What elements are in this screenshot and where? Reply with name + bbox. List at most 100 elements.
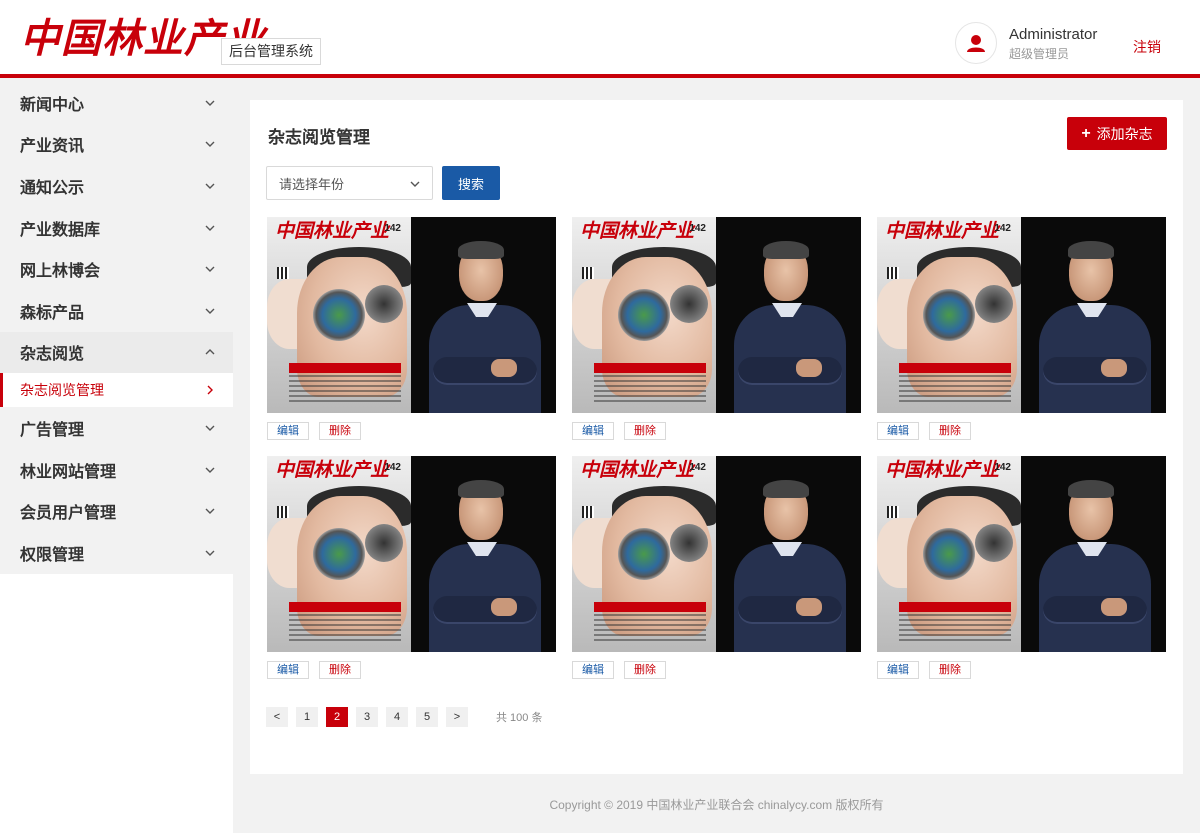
chevron-down-icon [205,550,215,556]
magazine-issue-number: 142 [994,462,1011,473]
add-magazine-button[interactable]: + 添加杂志 [1067,117,1167,150]
magazine-cover[interactable]: 中国林业产业 142 [877,217,1166,413]
sidebar: 新闻中心产业资讯 通知公示产业数据库网上林博会森标产品杂志阅览杂志阅览管理广告管理… [0,82,233,833]
edit-button[interactable]: 编辑 [267,422,309,440]
chevron-down-icon [205,100,215,106]
magazine-logo: 中国林业产业 [885,220,1000,242]
chevron-down-icon [205,183,215,189]
magazine-issue-number: 142 [384,223,401,234]
qr-code [277,267,289,279]
magazine-logo: 中国林业产业 [580,459,695,481]
user-name: Administrator [1009,26,1098,43]
card-actions: 编辑 删除 [572,661,861,679]
sidebar-item-label: 会员用户管理 [20,505,117,523]
sidebar-item-label: 广告管理 [20,421,85,439]
pagination-total: 共 100 条 [496,712,543,724]
chevron-down-icon [205,141,215,148]
sidebar-item[interactable]: 权限管理 [0,531,233,574]
page-next-button[interactable]: > [446,707,468,727]
magazine-card: 中国林业产业 142 编辑 删除 [572,217,861,440]
page-number-button[interactable]: 1 [296,707,318,727]
sidebar-item-label: 杂志阅览 [20,346,85,364]
edit-button[interactable]: 编辑 [267,661,309,679]
page-number-button[interactable]: 5 [416,707,438,727]
qr-code [582,267,594,279]
qr-code [582,506,594,518]
avatar[interactable] [955,22,997,64]
magazine-card: 中国林业产业 142 编辑 删除 [877,456,1166,679]
magazine-logo: 中国林业产业 [275,459,390,481]
magazine-logo: 中国林业产业 [580,220,695,242]
qr-code [887,506,899,518]
sidebar-item[interactable]: 新闻中心 [0,82,233,124]
page-number-button[interactable]: 3 [356,707,378,727]
person-photo [716,456,861,652]
magazine-cover[interactable]: 中国林业产业 142 [877,456,1166,652]
page-number-button[interactable]: 2 [326,707,348,727]
delete-button[interactable]: 删除 [319,422,361,440]
page-number-button[interactable]: 4 [386,707,408,727]
footer-copyright: Copyright © 2019 中国林业产业联合会 chinalycy.com… [549,798,884,812]
sidebar-item-label: 产业数据库 [20,221,101,239]
card-actions: 编辑 删除 [877,661,1166,679]
magazine-cover-image: 中国林业产业 142 [572,456,716,652]
magazine-cover[interactable]: 中国林业产业 142 [267,217,556,413]
delete-button[interactable]: 删除 [624,422,666,440]
delete-button[interactable]: 删除 [929,422,971,440]
person-photo [411,456,556,652]
sidebar-item[interactable]: 通知公示 [0,165,233,207]
edit-button[interactable]: 编辑 [877,422,919,440]
chevron-down-icon [205,308,215,314]
person-photo [411,217,556,413]
year-select[interactable]: 请选择年份 [266,166,433,200]
magazine-cover-image: 中国林业产业 142 [877,456,1021,652]
sidebar-subitem-magazine-manage[interactable]: 杂志阅览管理 [0,373,233,408]
sidebar-item[interactable]: 广告管理 [0,407,233,449]
magazine-cover[interactable]: 中国林业产业 142 [572,217,861,413]
magazine-cover[interactable]: 中国林业产业 142 [267,456,556,652]
magazine-logo: 中国林业产业 [885,459,1000,481]
sidebar-item-label: 网上林博会 [20,263,101,281]
magazine-cover-image: 中国林业产业 142 [267,217,411,413]
edit-button[interactable]: 编辑 [572,661,614,679]
page-prev-button[interactable]: < [266,707,288,727]
delete-button[interactable]: 删除 [319,661,361,679]
delete-button[interactable]: 删除 [929,661,971,679]
sidebar-item[interactable]: 产业资讯 [0,123,233,166]
magazine-card: 中国林业产业 142 编辑 删除 [267,456,556,679]
sidebar-item-label: 林业网站管理 [20,463,117,481]
add-magazine-label: 添加杂志 [1096,125,1153,142]
magazine-cover[interactable]: 中国林业产业 142 [572,456,861,652]
sidebar-item[interactable]: 森标产品 [0,289,233,332]
delete-button[interactable]: 删除 [624,661,666,679]
sidebar-item[interactable]: 杂志阅览 [0,331,233,374]
sidebar-item[interactable]: 林业网站管理 [0,448,233,491]
main-panel: 杂志阅览管理 + 添加杂志 请选择年份 搜索 中国林业产业 142 编辑 删除 中国林业… [250,100,1183,774]
person-photo [716,217,861,413]
magazine-issue-number: 142 [689,462,706,473]
search-button[interactable]: 搜索 [442,166,500,200]
sidebar-item[interactable]: 会员用户管理 [0,490,233,532]
magazine-card: 中国林业产业 142 编辑 删除 [572,456,861,679]
sidebar-item[interactable]: 网上林博会 [0,248,233,290]
magazine-card: 中国林业产业 142 编辑 删除 [877,217,1166,440]
magazine-cover-image: 中国林业产业 142 [572,217,716,413]
card-actions: 编辑 删除 [572,422,861,440]
edit-button[interactable]: 编辑 [877,661,919,679]
logout-link[interactable]: 注销 [1133,37,1161,57]
sidebar-item-label: 新闻中心 [20,96,85,114]
magazine-card: 中国林业产业 142 编辑 删除 [267,217,556,440]
card-actions: 编辑 删除 [877,422,1166,440]
magazine-issue-number: 142 [994,223,1011,234]
sidebar-item-label: 权限管理 [20,546,85,564]
header: 中国林业产业 后台管理系统 Administrator 超级管理员 注销 [0,0,1200,78]
chevron-up-icon [205,349,215,355]
system-tag: 后台管理系统 [221,38,321,65]
edit-button[interactable]: 编辑 [572,422,614,440]
nav-list: 新闻中心产业资讯 通知公示产业数据库网上林博会森标产品杂志阅览杂志阅览管理广告管理… [0,82,233,574]
sidebar-item[interactable]: 产业数据库 [0,206,233,249]
plus-icon: + [1081,124,1091,142]
chevron-down-icon [205,508,215,515]
chevron-down-icon [205,425,215,431]
qr-code [887,267,899,279]
